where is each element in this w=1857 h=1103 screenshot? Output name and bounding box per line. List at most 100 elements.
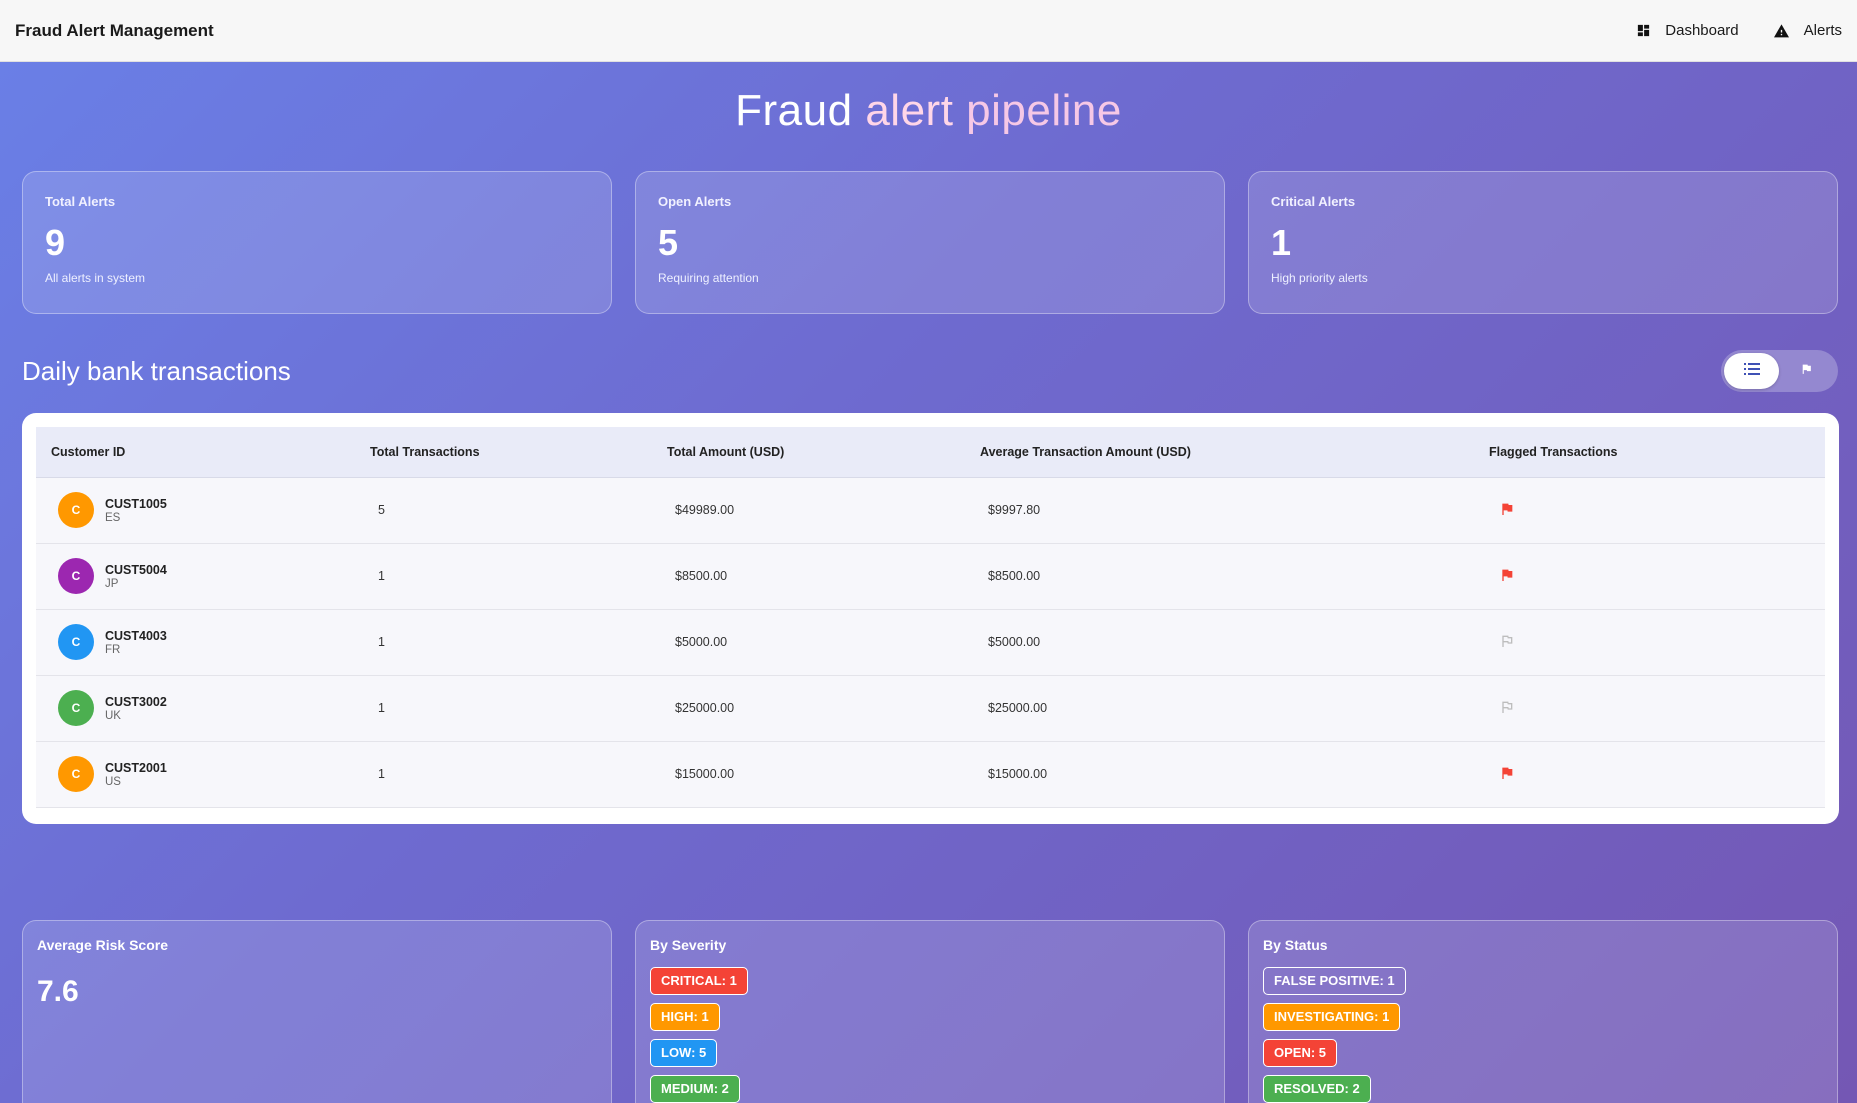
flagged-cell [1489, 543, 1825, 609]
flagged-view-button[interactable] [1779, 353, 1834, 389]
nav-alerts-label: Alerts [1803, 22, 1842, 39]
customer-country: FR [105, 643, 121, 656]
status-chip: FALSE POSITIVE: 1 [1263, 967, 1406, 995]
nav-dashboard[interactable]: Dashboard [1636, 22, 1739, 39]
stat-value: 5 [658, 222, 679, 263]
severity-chip-list: CRITICAL: 1 HIGH: 1 LOW: 5 MEDIUM: 2 [650, 967, 1210, 1103]
flagged-cell [1489, 741, 1825, 807]
customer-cell: C CUST3002 UK [36, 675, 370, 741]
hero-word: Fraud [735, 86, 853, 135]
hero-word: pipeline [966, 86, 1122, 135]
stat-label: Critical Alerts [1271, 194, 1356, 209]
stat-subtitle: Requiring attention [658, 271, 759, 285]
customer-id: CUST1005 [105, 496, 167, 511]
flag-icon[interactable] [1499, 701, 1515, 718]
status-chip: RESOLVED: 2 [1263, 1075, 1371, 1103]
stat-card-critical-alerts: Critical Alerts 1 High priority alerts [1248, 171, 1838, 314]
customer-cell: C CUST5004 JP [36, 543, 370, 609]
average-amount-cell: $8500.00 [988, 569, 1041, 583]
flag-icon[interactable] [1499, 569, 1515, 586]
severity-chip: CRITICAL: 1 [650, 967, 748, 995]
customer-id: CUST3002 [105, 694, 167, 709]
customer-country: UK [105, 709, 121, 722]
average-amount-cell: $15000.00 [988, 767, 1048, 781]
avatar: C [58, 558, 94, 594]
stat-label: Open Alerts [658, 194, 732, 209]
total-transactions-cell: 1 [378, 701, 385, 715]
total-transactions-cell: 1 [378, 569, 385, 583]
table-header-row: Customer ID Total Transactions Total Amo… [36, 427, 1825, 478]
top-nav: Dashboard Alerts [1636, 22, 1842, 39]
severity-chip: HIGH: 1 [650, 1003, 720, 1031]
average-amount-cell: $9997.80 [988, 503, 1041, 517]
hero-title: Fraud alert pipeline [0, 86, 1857, 136]
main-content: Fraud alert pipeline Total Alerts 9 All … [0, 62, 1857, 1103]
column-header[interactable]: Total Amount (USD) [667, 427, 980, 478]
flag-icon[interactable] [1499, 635, 1515, 652]
total-amount-cell: $25000.00 [675, 701, 735, 715]
transactions-table-card: Customer ID Total Transactions Total Amo… [22, 413, 1839, 824]
column-header[interactable]: Customer ID [36, 427, 370, 478]
flag-icon [1800, 362, 1813, 381]
average-amount-cell: $25000.00 [988, 701, 1048, 715]
severity-chip: MEDIUM: 2 [650, 1075, 740, 1103]
total-transactions-cell: 1 [378, 767, 385, 781]
column-header[interactable]: Flagged Transactions [1489, 427, 1825, 478]
stat-card-open-alerts: Open Alerts 5 Requiring attention [635, 171, 1225, 314]
stat-subtitle: High priority alerts [1271, 271, 1368, 285]
customer-cell: C CUST4003 FR [36, 609, 370, 675]
status-chip: INVESTIGATING: 1 [1263, 1003, 1401, 1031]
customer-cell: C CUST2001 US [36, 741, 370, 807]
list-view-button[interactable] [1724, 353, 1779, 389]
stat-card-total-alerts: Total Alerts 9 All alerts in system [22, 171, 612, 314]
stat-subtitle: All alerts in system [45, 271, 146, 285]
table-row[interactable]: C CUST2001 US 1 $15000.00 $15000.00 [36, 741, 1825, 807]
list-icon [1743, 362, 1760, 380]
risk-score-value: 7.6 [37, 975, 79, 1008]
nav-dashboard-label: Dashboard [1665, 22, 1739, 39]
table-row[interactable]: C CUST3002 UK 1 $25000.00 $25000.00 [36, 675, 1825, 741]
table-row[interactable]: C CUST4003 FR 1 $5000.00 $5000.00 [36, 609, 1825, 675]
table-row[interactable]: C CUST5004 JP 1 $8500.00 $8500.00 [36, 543, 1825, 609]
customer-id: CUST2001 [105, 760, 167, 775]
avatar: C [58, 492, 94, 528]
customer-id: CUST5004 [105, 562, 167, 577]
stat-value: 9 [45, 222, 66, 263]
avatar: C [58, 690, 94, 726]
app-title: Fraud Alert Management [15, 20, 214, 40]
total-amount-cell: $49989.00 [675, 503, 735, 517]
flagged-cell [1489, 675, 1825, 741]
status-label: By Status [1263, 937, 1328, 953]
nav-alerts[interactable]: Alerts [1773, 22, 1842, 39]
status-chip: OPEN: 5 [1263, 1039, 1338, 1067]
total-amount-cell: $8500.00 [675, 569, 728, 583]
severity-label: By Severity [650, 937, 727, 953]
top-app-bar: Fraud Alert Management Dashboard Alerts [0, 0, 1857, 62]
flag-icon[interactable] [1499, 503, 1515, 520]
warning-icon [1773, 23, 1790, 38]
view-toggle [1721, 350, 1838, 392]
status-card: By Status FALSE POSITIVE: 1 INVESTIGATING… [1248, 920, 1838, 1103]
dashboard-icon [1636, 23, 1651, 38]
stat-label: Total Alerts [45, 194, 116, 209]
flagged-cell [1489, 477, 1825, 543]
column-header[interactable]: Total Transactions [370, 427, 667, 478]
status-chip-list: FALSE POSITIVE: 1 INVESTIGATING: 1 OPEN: 5… [1263, 967, 1823, 1103]
flag-icon[interactable] [1499, 767, 1515, 784]
customer-country: ES [105, 511, 121, 524]
customer-country: JP [105, 577, 119, 590]
total-transactions-cell: 1 [378, 635, 385, 649]
risk-score-card: Average Risk Score 7.6 [22, 920, 612, 1103]
severity-chip: LOW: 5 [650, 1039, 718, 1067]
avatar: C [58, 624, 94, 660]
avatar: C [58, 756, 94, 792]
total-amount-cell: $5000.00 [675, 635, 728, 649]
flagged-cell [1489, 609, 1825, 675]
hero-word: alert [865, 86, 954, 135]
transactions-table: Customer ID Total Transactions Total Amo… [36, 427, 1825, 808]
severity-card: By Severity CRITICAL: 1 HIGH: 1 LOW: 5 MEDI… [635, 920, 1225, 1103]
column-header[interactable]: Average Transaction Amount (USD) [980, 427, 1489, 478]
stat-value: 1 [1271, 222, 1292, 263]
table-row[interactable]: C CUST1005 ES 5 $49989.00 $9997.80 [36, 477, 1825, 543]
average-amount-cell: $5000.00 [988, 635, 1041, 649]
